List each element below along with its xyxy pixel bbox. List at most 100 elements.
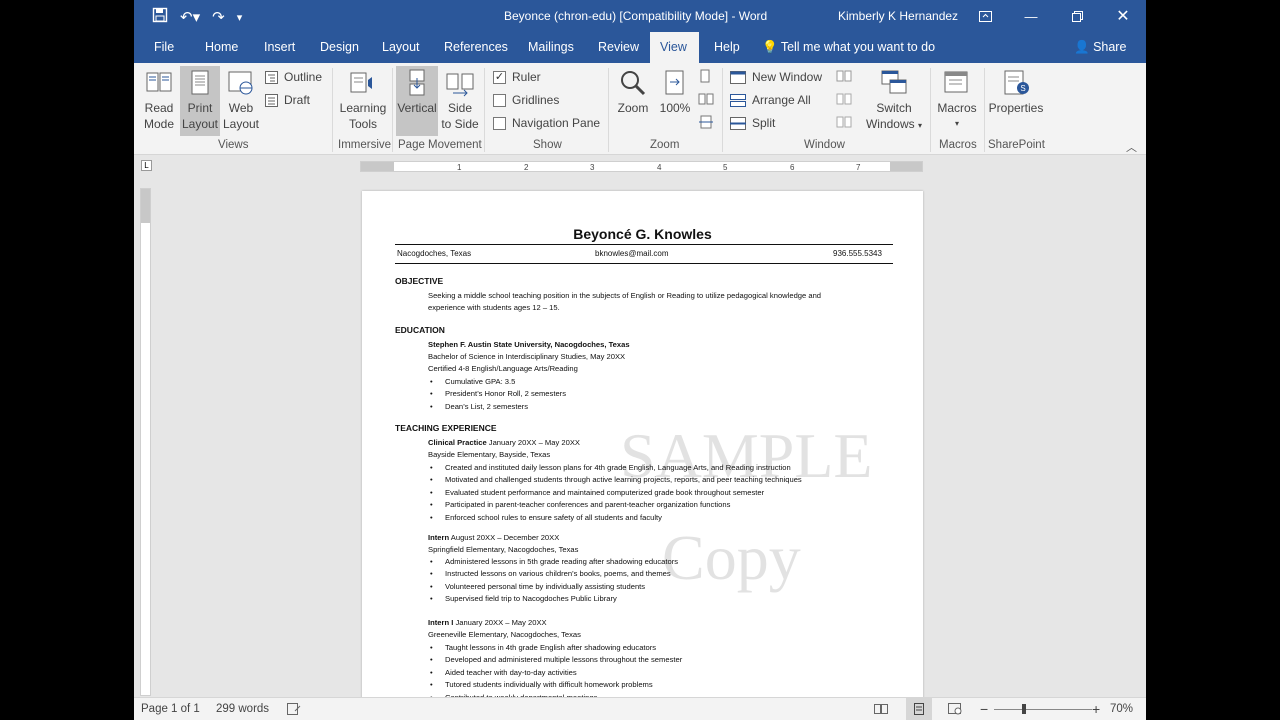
tab-layout[interactable]: Layout [372,32,430,63]
zoom-slider-thumb[interactable] [1022,704,1026,714]
group-separator [608,68,609,152]
horizontal-ruler[interactable]: 1 2 3 4 5 6 7 [360,161,923,172]
job2-title: Intern [428,533,450,542]
vertical-button[interactable]: Vertical [396,66,438,136]
user-name[interactable]: Kimberly K Hernandez [838,9,958,23]
tab-view[interactable]: View [650,32,699,63]
word-count[interactable]: 299 words [216,703,269,715]
properties-button[interactable]: S Properties [986,68,1046,136]
print-layout-button[interactable]: Print Layout [180,66,220,136]
web-layout-icon [228,71,253,95]
ribbon-tabs: File Home Insert Design Layout Reference… [134,32,1146,63]
list-item: Volunteered personal time by individuall… [428,581,678,594]
list-item: Aided teacher with day-to-day activities [428,667,682,680]
job1-title: Clinical Practice [428,438,487,447]
navigation-pane-checkbox[interactable]: Navigation Pane [493,116,600,130]
outline-button[interactable]: Outline [265,70,322,84]
empty-checkbox-icon [493,116,506,130]
web-layout-view-icon[interactable] [948,703,962,718]
arrange-all-icon [730,93,746,107]
macros-button[interactable]: Macros ▾ [934,68,980,136]
read-mode-button[interactable]: Read Mode [140,68,178,136]
tab-selector-icon[interactable]: L [141,160,152,171]
share-button[interactable]: 👤 Share [1074,32,1126,63]
close-icon[interactable]: ✕ [1100,0,1146,32]
draft-icon [265,93,278,107]
gridlines-checkbox[interactable]: Gridlines [493,93,559,107]
macros-label: Macros [937,101,977,115]
tab-mailings[interactable]: Mailings [518,32,584,63]
svg-text:7: 7 [856,163,861,172]
tab-help[interactable]: Help [704,32,750,63]
print-layout-view-icon[interactable] [906,698,932,720]
document-page[interactable]: SAMPLE Copy Beyoncé G. Knowles Nacogdoch… [362,191,923,703]
svg-text:1: 1 [457,163,462,172]
read-mode-view-icon[interactable] [874,703,888,718]
tab-design[interactable]: Design [310,32,369,63]
customize-qat-icon[interactable]: ▾ [237,9,243,27]
ruler-checkbox[interactable]: ✓ Ruler [493,70,541,84]
new-window-button[interactable]: New Window [730,70,822,84]
tab-references[interactable]: References [434,32,518,63]
split-button[interactable]: Split [730,116,775,130]
undo-icon[interactable]: ↶▾ [180,9,200,27]
job1-place: Bayside Elementary, Bayside, Texas [428,450,551,459]
zoom-out-icon[interactable]: − [980,701,988,717]
tab-review[interactable]: Review [588,32,649,63]
list-item: President’s Honor Roll, 2 semesters [428,388,566,401]
outline-icon [265,70,278,84]
proofing-icon[interactable] [287,703,301,718]
tab-file[interactable]: File [144,32,184,63]
learning-tools-button[interactable]: Learning Tools [338,68,388,136]
one-page-button[interactable] [698,69,712,83]
zoom-100-button[interactable]: 100% [656,68,694,136]
collapse-ribbon-icon[interactable]: ︿ [1126,139,1137,155]
group-separator [332,68,333,152]
page-count[interactable]: Page 1 of 1 [141,703,200,715]
web-layout-label-2: Layout [222,117,260,131]
side-to-side-button[interactable]: Side to Side [440,68,480,136]
list-item: Cumulative GPA: 3.5 [428,376,566,389]
zoom-in-icon[interactable]: + [1092,701,1100,717]
tab-home[interactable]: Home [195,32,248,63]
reset-window-position-button[interactable] [836,115,852,129]
sync-scroll-icon [836,93,852,105]
minimize-icon[interactable]: — [1008,0,1054,32]
save-icon[interactable] [152,7,168,28]
tab-insert[interactable]: Insert [254,32,305,63]
page-width-button[interactable] [698,115,714,129]
group-views-label: Views [218,139,249,151]
tell-me-search[interactable]: 💡 Tell me what you want to do [762,32,935,63]
job3-title: Intern I [428,618,454,627]
vertical-ruler[interactable] [140,188,151,696]
list-item: Created and instituted daily lesson plan… [428,462,802,475]
group-show-label: Show [533,139,562,151]
redo-icon[interactable]: ↷ [212,9,225,27]
draft-button[interactable]: Draft [265,93,310,107]
list-item: Evaluated student performance and mainta… [428,487,802,500]
learning-tools-icon [350,72,372,93]
draft-label: Draft [284,93,311,107]
view-side-by-side-button[interactable] [836,69,852,83]
synchronous-scrolling-button[interactable] [836,92,852,106]
zoom-level[interactable]: 70% [1110,703,1133,715]
vertical-label: Vertical [397,101,437,115]
zoom-button[interactable]: Zoom [614,68,652,136]
resume-name: Beyoncé G. Knowles [573,226,712,242]
switch-windows-button[interactable]: Switch Windows ▾ [864,68,924,136]
restore-icon[interactable] [1054,0,1100,32]
ribbon-display-options-icon[interactable] [962,0,1008,32]
read-mode-label: Read [144,101,174,115]
web-layout-button[interactable]: Web Layout [222,68,260,136]
learning-tools-label-2: Tools [348,117,377,131]
side-to-side-label: Side [447,101,473,115]
switch-windows-label: Switch [876,101,912,115]
job2-dates: August 20XX – December 20XX [449,533,560,542]
zoom-slider[interactable] [994,709,1092,710]
navigation-pane-label: Navigation Pane [512,116,601,130]
magnifier-icon [621,71,646,96]
list-item: Motivated and challenged students throug… [428,474,802,487]
switch-windows-label-2: Windows [865,117,915,131]
arrange-all-button[interactable]: Arrange All [730,93,811,107]
multiple-pages-button[interactable] [698,92,714,106]
